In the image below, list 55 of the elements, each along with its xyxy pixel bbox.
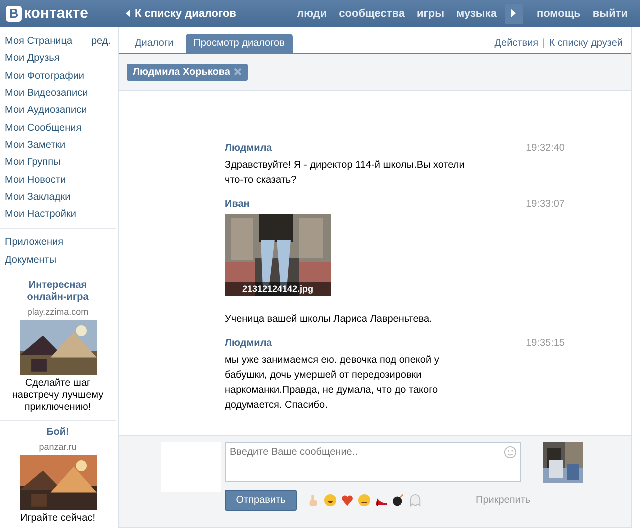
ad-domain: play.zzima.com — [27, 306, 89, 317]
sidebar-link[interactable]: Мои Настройки — [5, 209, 76, 220]
ad-title[interactable]: Бой! — [13, 426, 103, 439]
edit-link[interactable]: ред. — [91, 36, 111, 48]
sidebar-link[interactable]: Мои Закладки — [5, 192, 71, 203]
sidebar-link[interactable]: Документы — [5, 254, 57, 266]
more-button[interactable] — [504, 4, 523, 24]
recipient-chip[interactable]: Людмила Хорькова — [127, 64, 248, 80]
heart-icon[interactable] — [341, 494, 354, 507]
nav-link[interactable]: игры — [411, 8, 450, 20]
separator: | — [542, 38, 546, 49]
message-time: 19:32:40 — [526, 143, 565, 154]
action-link[interactable]: Действия — [494, 38, 539, 49]
logo-text[interactable]: контакте — [24, 5, 88, 22]
message-author[interactable]: Людмила — [225, 338, 272, 349]
back-link[interactable]: К списку диалогов — [126, 8, 236, 20]
message-author[interactable]: Людмила — [225, 143, 272, 154]
tab[interactable]: Просмотр диалогов — [186, 34, 293, 53]
message-text: мы уже занимаемся ею. девочка под опекой у бабушки, дочь умершей от передозировки наркоманки.Правда, не думала, что до такого додумается. Спасибо. — [225, 354, 440, 413]
nav-link[interactable]: помощь — [530, 8, 587, 20]
recipient-name: Людмила Хорькова — [133, 66, 230, 78]
caret-icon — [511, 9, 516, 18]
caret-icon — [126, 10, 130, 17]
bomb-icon[interactable] — [392, 494, 405, 507]
sidebar-link[interactable]: Мои Аудиозаписи — [5, 105, 88, 116]
ad-text: Сделайте шаг навстречу лучшему приключению! — [11, 378, 105, 414]
ad-domain: panzar.ru — [39, 442, 77, 452]
send-button[interactable]: Отправить — [225, 490, 297, 511]
message-field[interactable]: Введите Ваше сообщение.. — [225, 442, 521, 482]
message-text: Здравствуйте! Я - директор 114-й школы.Вы хотели что-то сказать? — [225, 159, 465, 188]
nav-link[interactable]: музыка — [450, 8, 503, 20]
message-time: 19:35:15 — [526, 338, 565, 349]
sidebar-link[interactable]: Мои Сообщения — [5, 122, 82, 134]
sidebar-link[interactable]: Мои Новости — [5, 174, 66, 186]
neutral-emoji-icon[interactable] — [358, 494, 371, 507]
sidebar-link[interactable]: Мои Видеозаписи — [5, 88, 88, 100]
sidebar-link[interactable]: Мои Фотографии — [5, 70, 85, 82]
ad-title[interactable]: Интересная онлайн-игра — [13, 280, 103, 304]
sidebar-link[interactable]: Моя Страница — [5, 36, 73, 48]
sidebar-link[interactable]: Мои Заметки — [5, 140, 66, 151]
message-author[interactable]: Иван — [225, 199, 250, 210]
message-time: 19:33:07 — [526, 199, 565, 210]
logo-mark[interactable]: В — [6, 6, 22, 22]
tab[interactable]: Диалоги — [127, 34, 182, 53]
nav-link[interactable]: сообщества — [333, 8, 412, 20]
laughing-emoji-icon[interactable] — [324, 494, 337, 507]
file-name: 21312124142.jpg — [225, 282, 331, 296]
message-text: Ученица вашей школы Лариса Лавреньтева. — [225, 313, 434, 327]
sidebar-link[interactable]: Мои Друзья — [5, 53, 60, 64]
nav-link[interactable]: выйти — [586, 8, 634, 20]
nav-link[interactable]: люди — [291, 8, 334, 20]
action-link[interactable]: К списку друзей — [549, 38, 623, 49]
sidebar-link[interactable]: Приложения — [5, 237, 64, 248]
ad-text: Играйте сейчас! — [19, 512, 97, 525]
sidebar-link[interactable]: Мои Группы — [5, 157, 61, 168]
